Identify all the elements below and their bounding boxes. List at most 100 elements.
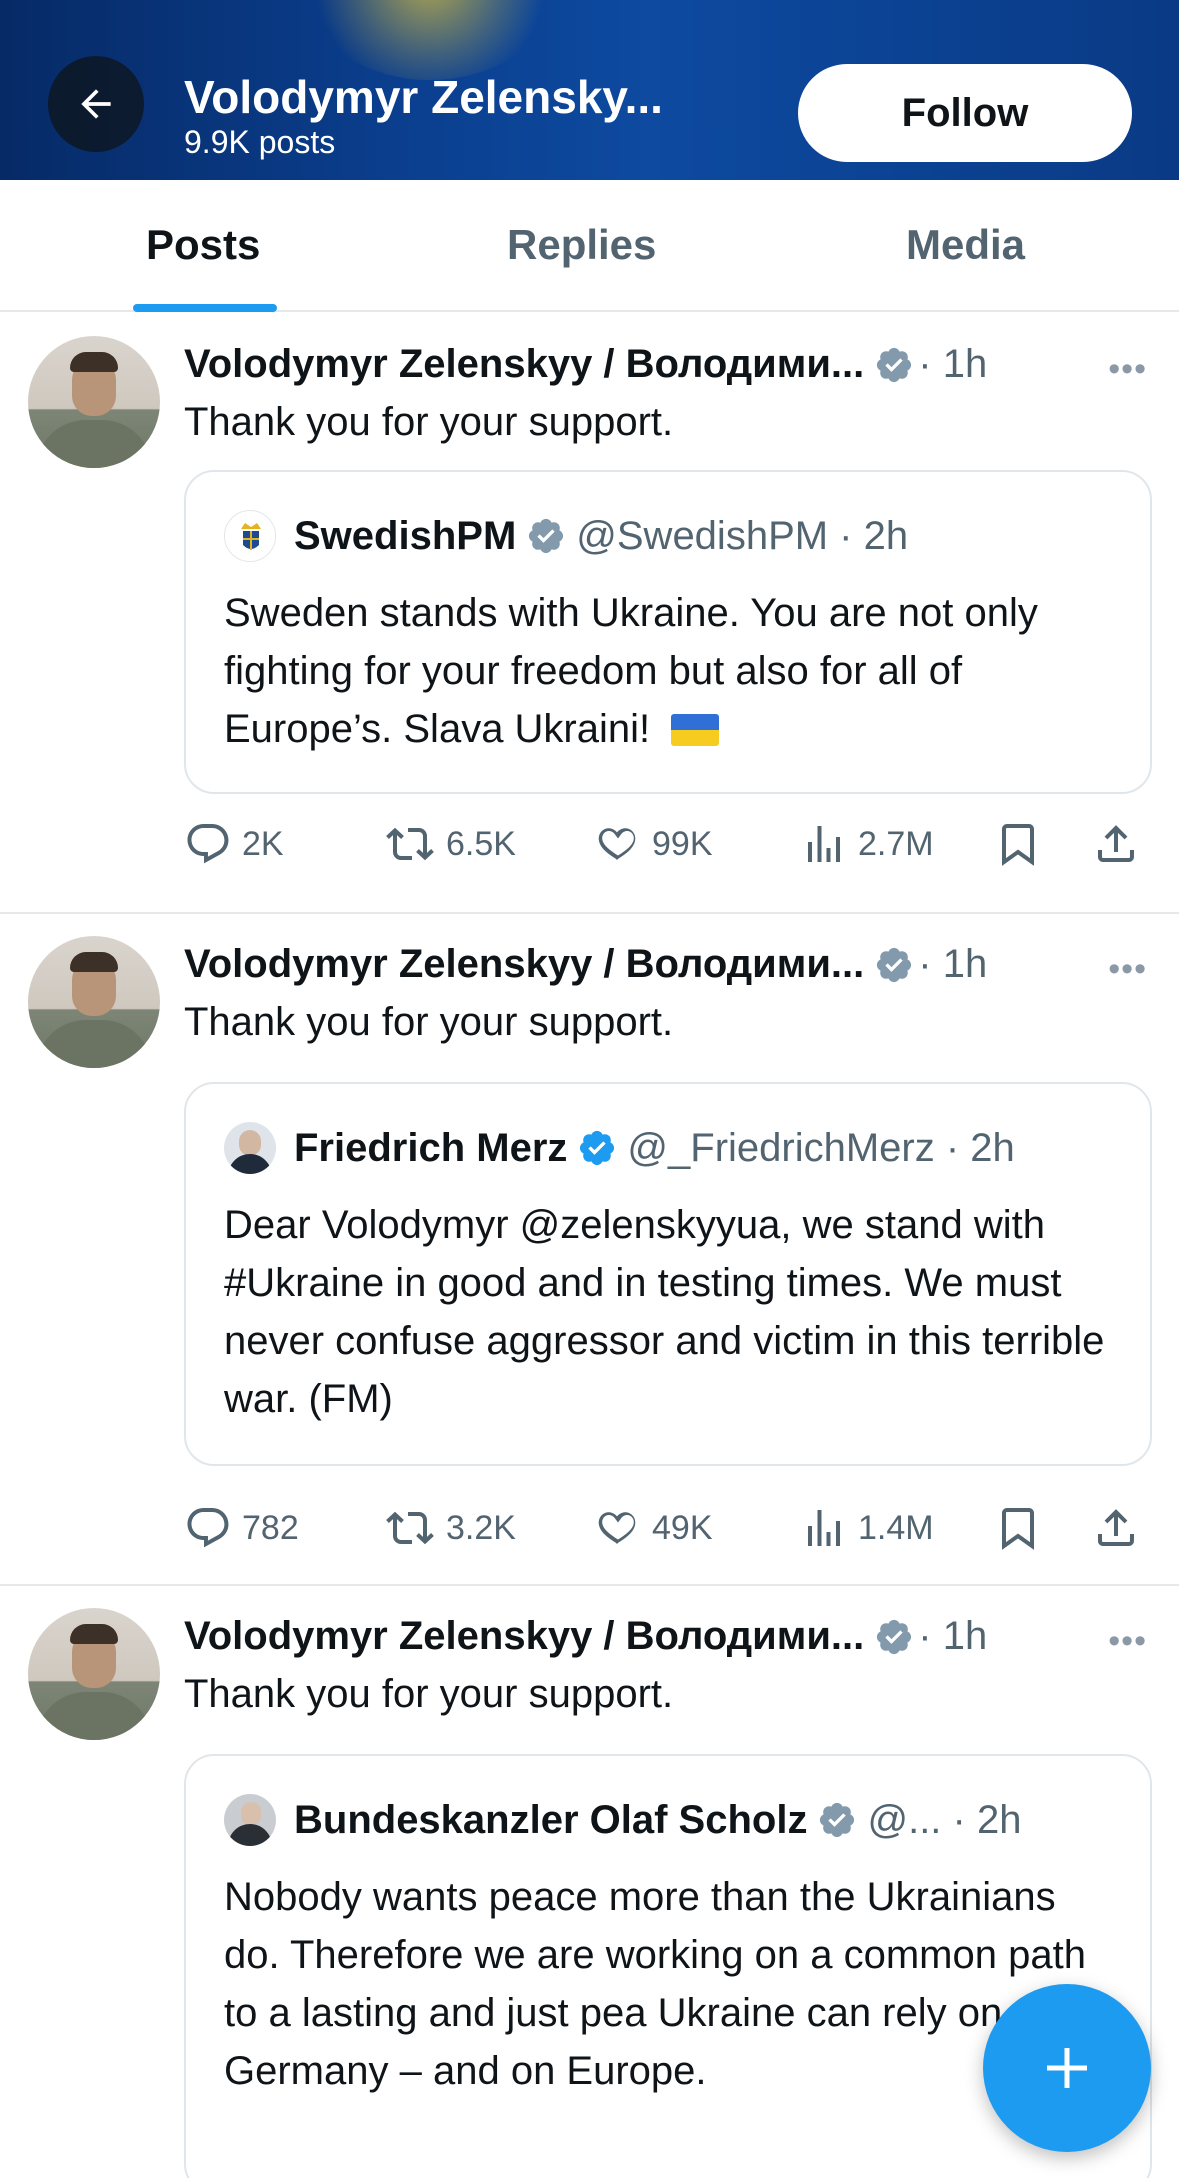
reply-button[interactable]: 782 <box>184 1498 299 1558</box>
quote-text-body: Sweden stands with Ukraine. You are not … <box>224 591 1038 751</box>
post-text: Thank you for your support. <box>184 400 674 444</box>
tab-label: Media <box>906 221 1026 268</box>
like-count: 49K <box>652 1508 713 1547</box>
author-name[interactable]: Volodymyr Zelenskyy / Володими... <box>184 342 864 387</box>
heart-icon <box>598 828 636 861</box>
repost-icon <box>386 1511 434 1545</box>
post-header: Volodymyr Zelenskyy / Володими... · 1h <box>184 342 987 387</box>
repost-count: 3.2K <box>446 1508 516 1547</box>
like-count: 99K <box>652 824 713 863</box>
quote-handle: @... · 2h <box>867 1797 1022 1842</box>
views-icon <box>808 826 840 862</box>
quote-avatar <box>224 510 276 562</box>
verified-badge-icon <box>577 1128 617 1168</box>
like-button[interactable]: 49K <box>594 1498 713 1558</box>
quote-avatar <box>224 1122 276 1174</box>
active-tab-indicator <box>133 304 277 312</box>
post-actions: 782 3.2K 49K 1.4M <box>184 1498 1152 1558</box>
bookmark-button[interactable] <box>994 814 1052 874</box>
post-actions: 2K 6.5K 99K 2.7M <box>184 814 1152 874</box>
views-count: 2.7M <box>858 824 934 863</box>
quote-handle: @SwedishPM · 2h <box>576 513 909 558</box>
quote-handle: @_FriedrichMerz · 2h <box>627 1125 1015 1170</box>
post-item[interactable]: Volodymyr Zelenskyy / Володими... · 1h •… <box>0 914 1179 1586</box>
quote-text: Nobody wants peace more than the Ukraini… <box>224 1875 1086 2093</box>
avatar-hair <box>70 1624 118 1644</box>
verified-badge-icon <box>874 945 914 985</box>
follow-button[interactable]: Follow <box>798 64 1132 162</box>
post-item[interactable]: Volodymyr Zelenskyy / Володими... · 1h •… <box>0 314 1179 914</box>
compose-button[interactable] <box>983 1984 1151 2152</box>
reply-icon <box>187 1508 229 1548</box>
reply-count: 2K <box>242 824 284 863</box>
post-text: Thank you for your support. <box>184 1672 674 1716</box>
repost-count: 6.5K <box>446 824 516 863</box>
quoted-post[interactable]: Friedrich Merz @_FriedrichMerz · 2h Dear… <box>184 1082 1152 1466</box>
quote-header: SwedishPM @SwedishPM · 2h <box>224 510 908 562</box>
swedish-crest-icon <box>226 512 275 561</box>
posts-count: 9.9K posts <box>184 124 336 160</box>
tab-label: Replies <box>507 221 657 268</box>
quote-text: Dear Volodymyr @zelenskyyua, we stand wi… <box>224 1203 1105 1421</box>
share-button[interactable] <box>1092 1498 1150 1558</box>
repost-button[interactable]: 6.5K <box>384 814 516 874</box>
repost-button[interactable]: 3.2K <box>384 1498 516 1558</box>
views-icon <box>808 1510 840 1546</box>
verified-badge-icon <box>817 1800 857 1840</box>
more-options-icon[interactable]: ••• <box>1108 350 1147 389</box>
like-button[interactable]: 99K <box>594 814 713 874</box>
bookmark-icon <box>1002 1508 1034 1550</box>
author-name[interactable]: Volodymyr Zelenskyy / Володими... <box>184 1614 864 1659</box>
author-name[interactable]: Volodymyr Zelenskyy / Володими... <box>184 942 864 987</box>
heart-icon <box>598 1512 636 1545</box>
avatar-body <box>36 1020 152 1068</box>
post-time: · 1h <box>918 942 988 986</box>
share-button[interactable] <box>1092 814 1150 874</box>
avatar-hair <box>70 352 118 372</box>
quote-author-name: SwedishPM <box>294 513 517 558</box>
views-button[interactable]: 1.4M <box>800 1498 934 1558</box>
verified-badge-icon <box>874 1617 914 1657</box>
avatar[interactable] <box>28 936 160 1068</box>
avatar-body <box>36 1692 152 1740</box>
quote-avatar <box>224 1794 276 1846</box>
ukraine-flag-icon <box>671 714 720 746</box>
arrow-left-icon <box>81 89 111 119</box>
repost-icon <box>386 827 434 861</box>
avatar[interactable] <box>28 336 160 468</box>
tab-media[interactable]: Media <box>786 180 1179 310</box>
bookmark-button[interactable] <box>994 1498 1052 1558</box>
reply-count: 782 <box>242 1508 299 1547</box>
verified-badge-icon <box>874 345 914 385</box>
reply-icon <box>187 824 229 864</box>
back-button[interactable] <box>48 56 144 152</box>
plus-icon <box>1047 2048 1087 2088</box>
avatar[interactable] <box>28 1608 160 1740</box>
tab-label: Posts <box>146 221 261 268</box>
tab-posts[interactable]: Posts <box>0 180 393 312</box>
quote-header: Friedrich Merz @_FriedrichMerz · 2h <box>224 1122 1015 1174</box>
views-count: 1.4M <box>858 1508 934 1547</box>
share-icon <box>1098 825 1134 862</box>
bookmark-icon <box>1002 824 1034 866</box>
quote-author-name: Bundeskanzler Olaf Scholz <box>294 1797 808 1842</box>
more-options-icon[interactable]: ••• <box>1108 1622 1147 1661</box>
profile-tabs: Posts Replies Media <box>0 180 1179 312</box>
header-banner-glow <box>300 0 560 80</box>
quoted-post[interactable]: SwedishPM @SwedishPM · 2h Sweden stands … <box>184 470 1152 794</box>
post-time: · 1h <box>918 342 988 386</box>
avatar-hair <box>70 952 118 972</box>
post-text: Thank you for your support. <box>184 1000 674 1044</box>
quote-author-name: Friedrich Merz <box>294 1125 568 1170</box>
tab-replies[interactable]: Replies <box>393 180 786 310</box>
share-icon <box>1098 1509 1134 1546</box>
profile-header: Volodymyr Zelensky... 9.9K posts Follow <box>0 0 1179 180</box>
post-header: Volodymyr Zelenskyy / Володими... · 1h <box>184 1614 987 1659</box>
reply-button[interactable]: 2K <box>184 814 284 874</box>
views-button[interactable]: 2.7M <box>800 814 934 874</box>
post-header: Volodymyr Zelenskyy / Володими... · 1h <box>184 942 987 987</box>
verified-badge-icon <box>526 516 566 556</box>
avatar-body <box>36 420 152 468</box>
post-time: · 1h <box>918 1614 988 1658</box>
more-options-icon[interactable]: ••• <box>1108 950 1147 989</box>
